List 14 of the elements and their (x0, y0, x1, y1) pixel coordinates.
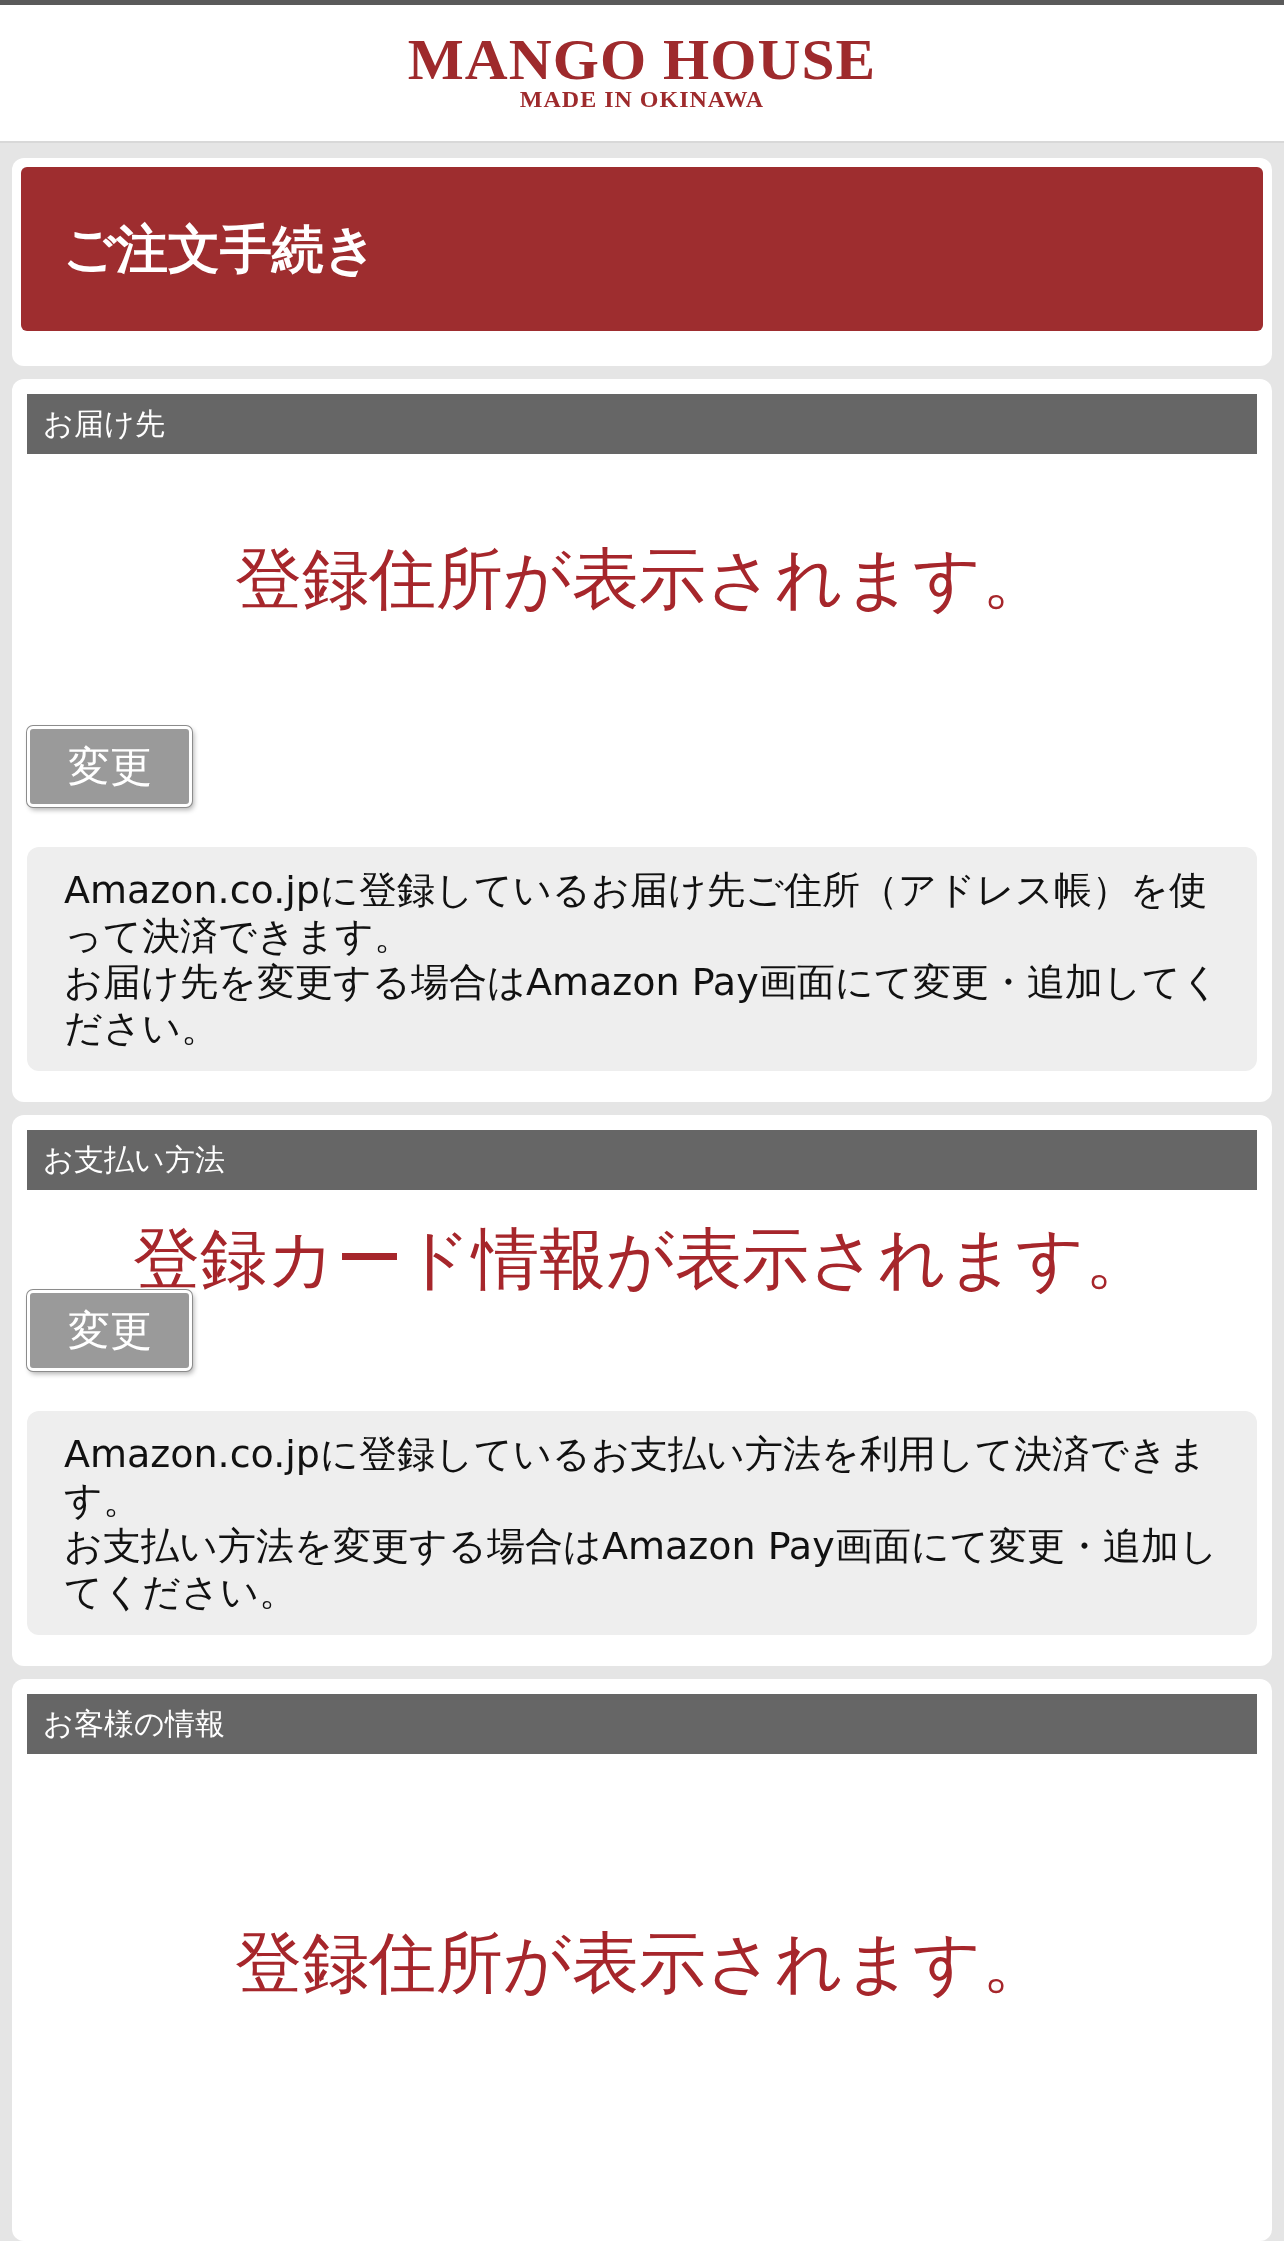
info-text: Amazon.co.jpに登録しているお届け先ご住所（アドレス帳）を使って決済できます。 (64, 867, 1208, 959)
change-button[interactable]: 変更 (27, 726, 192, 807)
section-header: お届け先 (27, 394, 1257, 454)
info-text: お支払い方法を変更する場合はAmazon Pay画面にて変更・追加してください。 (64, 1523, 1219, 1615)
info-text: Amazon.co.jpに登録しているお支払い方法を利用して決済できます。 (64, 1431, 1208, 1523)
logo-title[interactable]: MANGO HOUSE (407, 34, 877, 86)
address-display-text: 登録住所が表示されます。 (235, 539, 1049, 619)
section-header: お客様の情報 (27, 1694, 1257, 1754)
section-header: お支払い方法 (27, 1130, 1257, 1190)
customer-display-text: 登録住所が表示されます。 (235, 1923, 1049, 2003)
page-title: ご注文手続き (63, 223, 377, 275)
change-button[interactable]: 変更 (27, 1290, 192, 1371)
info-text: お届け先を変更する場合はAmazon Pay画面にて変更・追加してください。 (64, 959, 1221, 1051)
logo-subtitle: MADE IN OKINAWA (519, 86, 765, 112)
